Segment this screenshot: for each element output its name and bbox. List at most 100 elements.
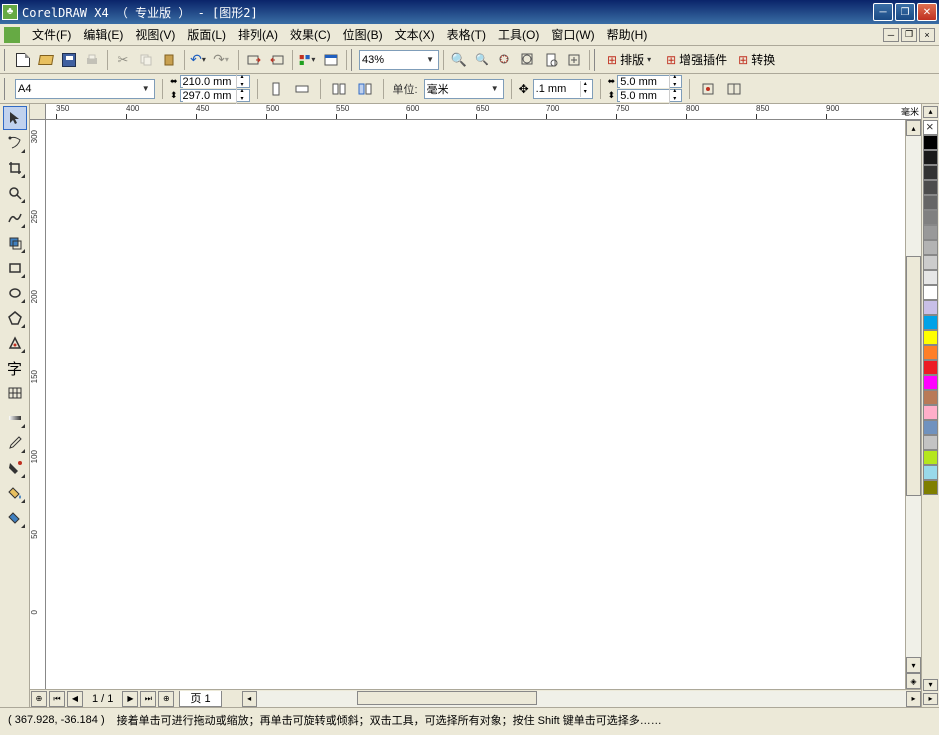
zoom-input[interactable]	[362, 52, 424, 68]
smart-fill-tool[interactable]	[3, 231, 27, 255]
color-swatch[interactable]	[923, 150, 938, 165]
new-button[interactable]	[12, 49, 34, 71]
crop-tool[interactable]	[3, 156, 27, 180]
unit-combo[interactable]: ▼	[424, 79, 504, 99]
add-page-after-button[interactable]: ⊕	[158, 691, 174, 707]
scroll-right-button[interactable]: ▸	[906, 691, 921, 707]
next-page-button[interactable]: ▶	[122, 691, 138, 707]
fill-tool[interactable]	[3, 481, 27, 505]
add-page-before-button[interactable]: ⊕	[31, 691, 47, 707]
convert-button[interactable]: ⊞转换	[733, 49, 780, 71]
save-button[interactable]	[58, 49, 80, 71]
current-page-button[interactable]	[354, 78, 376, 100]
polygon-tool[interactable]	[3, 306, 27, 330]
color-swatch[interactable]	[923, 225, 938, 240]
menu-bitmap[interactable]: 位图(B)	[337, 24, 389, 45]
import-button[interactable]	[243, 49, 265, 71]
app-launcher[interactable]: ▾	[297, 49, 319, 71]
grip[interactable]	[4, 49, 8, 71]
menu-table[interactable]: 表格(T)	[441, 24, 492, 45]
color-swatch[interactable]	[923, 465, 938, 480]
color-swatch[interactable]	[923, 240, 938, 255]
color-swatch[interactable]	[923, 180, 938, 195]
menu-effects[interactable]: 效果(C)	[284, 24, 337, 45]
menu-view[interactable]: 视图(V)	[129, 24, 181, 45]
color-swatch[interactable]	[923, 330, 938, 345]
all-pages-button[interactable]	[328, 78, 350, 100]
basic-shapes-tool[interactable]	[3, 331, 27, 355]
grip[interactable]	[4, 78, 8, 100]
welcome-button[interactable]	[320, 49, 342, 71]
snap-button-2[interactable]	[723, 78, 745, 100]
zoom-all-button[interactable]	[517, 49, 539, 71]
color-swatch[interactable]	[923, 360, 938, 375]
color-swatch[interactable]	[923, 450, 938, 465]
color-swatch[interactable]	[923, 420, 938, 435]
color-swatch[interactable]	[923, 255, 938, 270]
ruler-horizontal[interactable]: 毫米 350400450500550600650700750800850900	[46, 104, 921, 120]
undo-button[interactable]: ↶▾	[189, 49, 211, 71]
horizontal-scrollbar[interactable]: ◂ ▸	[242, 691, 921, 707]
open-button[interactable]	[35, 49, 57, 71]
menu-arrange[interactable]: 排列(A)	[232, 24, 284, 45]
palette-flyout-button[interactable]: ▸	[923, 693, 938, 705]
export-button[interactable]	[266, 49, 288, 71]
palette-down-button[interactable]: ▾	[923, 679, 938, 691]
color-swatch[interactable]	[923, 135, 938, 150]
dropdown-icon[interactable]: ▼	[424, 55, 436, 64]
enhance-plugin-button[interactable]: ⊞增强插件	[661, 49, 732, 71]
color-swatch[interactable]	[923, 390, 938, 405]
duplicate-x-input[interactable]: ▴▾	[617, 75, 682, 88]
prev-page-button[interactable]: ◀	[67, 691, 83, 707]
interactive-fill-tool[interactable]	[3, 506, 27, 530]
ruler-vertical[interactable]: 300250200150100500	[30, 120, 46, 689]
ruler-origin[interactable]	[30, 104, 46, 120]
text-tool[interactable]: 字	[3, 356, 27, 380]
zoom-in-button[interactable]: 🔍	[448, 49, 470, 71]
zoom-tool[interactable]	[3, 181, 27, 205]
menu-layout[interactable]: 版面(L)	[181, 24, 232, 45]
duplicate-y-input[interactable]: ▴▾	[617, 89, 682, 102]
minimize-button[interactable]: ─	[873, 3, 893, 21]
dropdown-icon[interactable]: ▼	[139, 84, 152, 93]
vertical-scrollbar[interactable]: ▴ ▾ ◈	[905, 120, 921, 689]
menu-help[interactable]: 帮助(H)	[601, 24, 654, 45]
color-swatch[interactable]	[923, 375, 938, 390]
palette-up-button[interactable]: ▴	[923, 106, 938, 118]
color-swatch[interactable]	[923, 165, 938, 180]
menu-window[interactable]: 窗口(W)	[545, 24, 600, 45]
scroll-up-button[interactable]: ▴	[906, 120, 921, 136]
outline-tool[interactable]	[3, 456, 27, 480]
freehand-tool[interactable]	[3, 206, 27, 230]
color-swatch[interactable]	[923, 210, 938, 225]
shape-tool[interactable]	[3, 131, 27, 155]
scroll-down-button[interactable]: ▾	[906, 657, 921, 673]
navigator-button[interactable]: ◈	[906, 673, 921, 689]
scroll-left-button[interactable]: ◂	[242, 691, 257, 707]
menu-tools[interactable]: 工具(O)	[492, 24, 545, 45]
pick-tool[interactable]	[3, 106, 27, 130]
paper-size-input[interactable]	[18, 81, 139, 97]
color-swatch[interactable]	[923, 270, 938, 285]
table-tool[interactable]	[3, 381, 27, 405]
interactive-tool[interactable]	[3, 406, 27, 430]
eyedropper-tool[interactable]	[3, 431, 27, 455]
rectangle-tool[interactable]	[3, 256, 27, 280]
color-swatch[interactable]	[923, 480, 938, 495]
page-width-input[interactable]: ▴▾	[180, 75, 250, 88]
maximize-button[interactable]: ❐	[895, 3, 915, 21]
drawing-canvas[interactable]	[46, 120, 905, 689]
color-swatch[interactable]	[923, 195, 938, 210]
color-swatch[interactable]	[923, 300, 938, 315]
snap-button-1[interactable]	[697, 78, 719, 100]
zoom-page-button[interactable]	[540, 49, 562, 71]
color-swatch[interactable]	[923, 315, 938, 330]
mdi-close[interactable]: ×	[919, 28, 935, 42]
page-height-input[interactable]: ▴▾	[180, 89, 250, 102]
cut-button[interactable]: ✂	[112, 49, 134, 71]
zoom-combo[interactable]: ▼	[359, 50, 439, 70]
redo-button[interactable]: ↷▾	[212, 49, 234, 71]
layout-plugin-button[interactable]: ⊞排版▾	[602, 49, 660, 71]
last-page-button[interactable]: ⏭	[140, 691, 156, 707]
color-swatch[interactable]	[923, 405, 938, 420]
